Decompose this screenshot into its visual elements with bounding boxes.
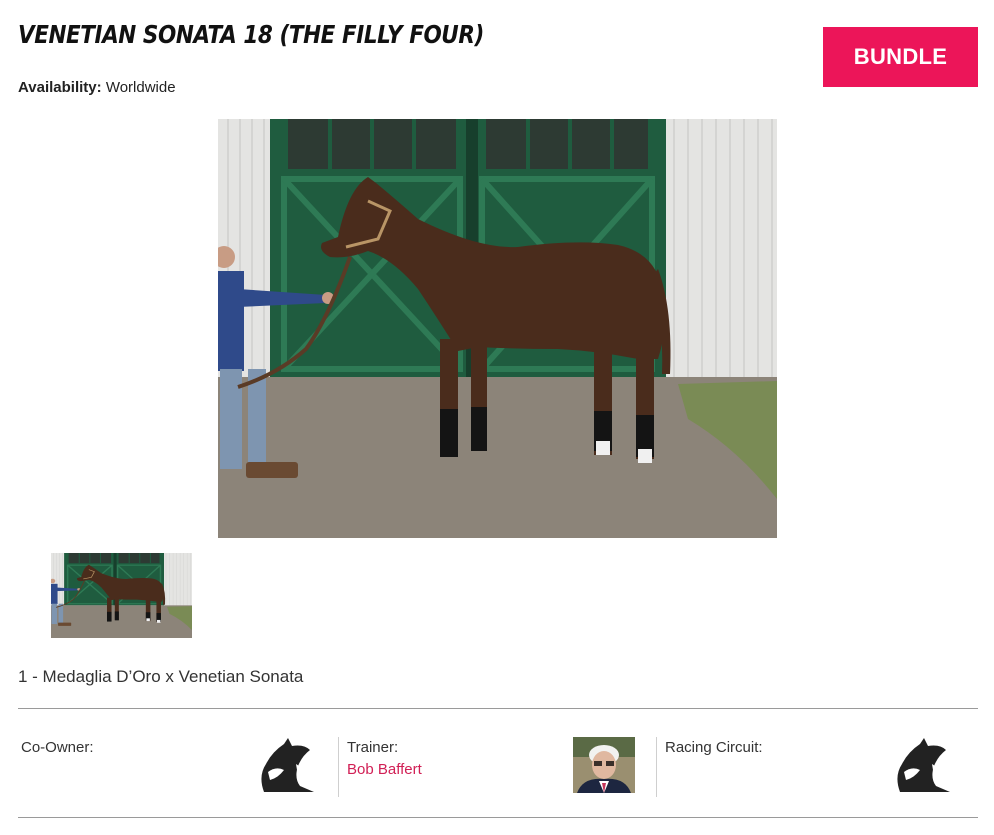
column-divider	[656, 737, 657, 797]
main-horse-photo	[218, 119, 777, 538]
trainer-label: Trainer:	[347, 739, 399, 756]
column-divider	[338, 737, 339, 797]
racing-circuit-horse-logo-icon	[890, 736, 956, 796]
availability: Availability: Worldwide	[18, 79, 176, 96]
page-title: VENETIAN SONATA 18 (THE FILLY FOUR)	[18, 20, 484, 49]
bay-filly-photo-thumb	[51, 553, 192, 638]
availability-label: Availability:	[18, 79, 102, 96]
co-owner-label: Co-Owner:	[21, 739, 94, 756]
bundle-button[interactable]: BUNDLE	[823, 27, 978, 87]
trainer-portrait	[573, 737, 635, 793]
gallery-thumbnail[interactable]	[51, 553, 192, 638]
pedigree-line: 1 - Medaglia D’Oro x Venetian Sonata	[18, 667, 304, 686]
trainer-avatar	[573, 737, 635, 793]
bay-filly-photo	[218, 119, 777, 538]
divider-bottom	[18, 817, 978, 818]
racing-circuit-label: Racing Circuit:	[665, 739, 763, 756]
trainer-link[interactable]: Bob Baffert	[347, 761, 422, 778]
availability-value: Worldwide	[105, 79, 176, 96]
co-owner-horse-logo-icon	[254, 736, 320, 796]
divider-top	[18, 708, 978, 709]
